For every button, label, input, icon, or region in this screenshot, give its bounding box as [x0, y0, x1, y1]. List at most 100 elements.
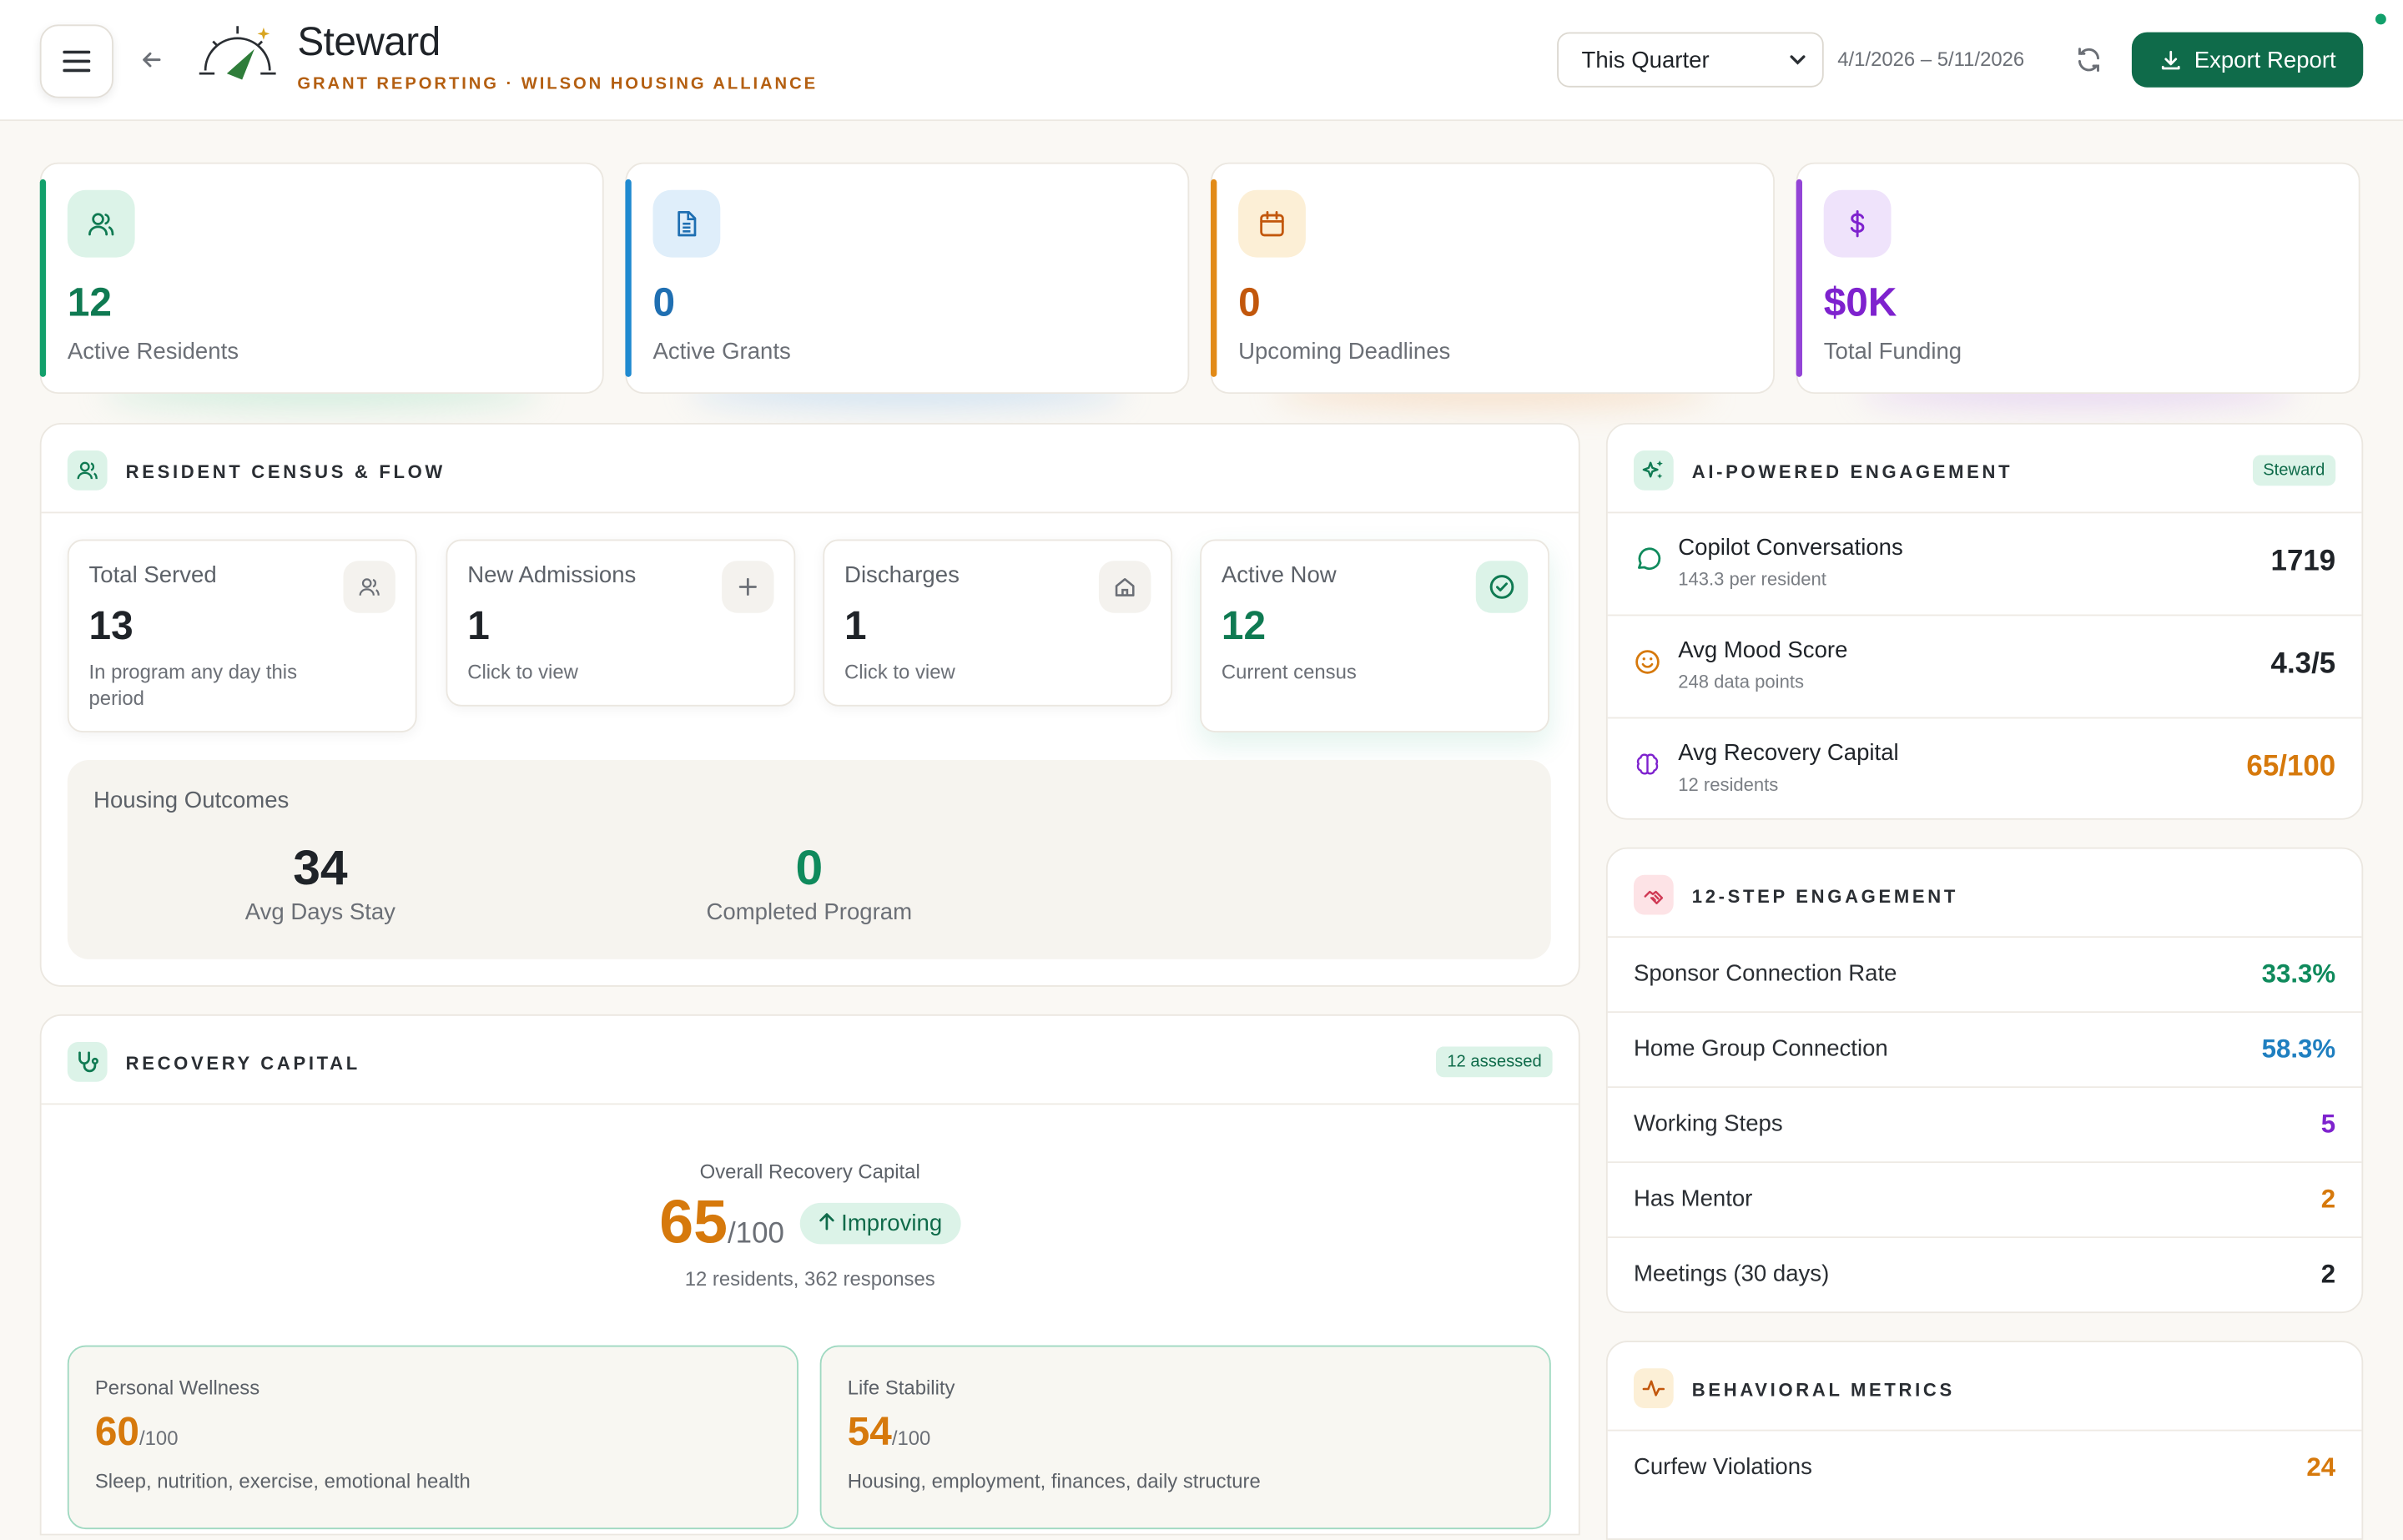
stat-card-active-residents[interactable]: 12 Active Residents [39, 162, 604, 408]
export-report-button[interactable]: Export Report [2131, 32, 2364, 88]
row-value: 65/100 [2246, 751, 2336, 783]
metric-label: Home Group Connection [1633, 1035, 1888, 1062]
census-card-new-admissions[interactable]: New Admissions 1 Click to view [446, 539, 796, 707]
stat-card-total-funding[interactable]: $0K Total Funding [1796, 162, 2360, 408]
menu-button[interactable] [39, 24, 113, 98]
census-card-active-now: Active Now 12 Current census [1200, 539, 1549, 732]
download-icon [2161, 49, 2180, 69]
stat-value: $0K [1823, 279, 1897, 325]
assessed-badge: 12 assessed [1436, 1046, 1553, 1078]
card-glow [1858, 376, 2298, 408]
row-subtitle: 248 data points [1678, 671, 1804, 693]
accent-bar [1796, 179, 1803, 377]
stat-label: Total Funding [1823, 338, 1962, 365]
overall-label: Overall Recovery Capital [699, 1160, 920, 1183]
panel-header: RESIDENT CENSUS & FLOW [41, 425, 1579, 514]
category-score: 54/100 [847, 1407, 931, 1455]
responses-summary: 12 residents, 362 responses [684, 1266, 935, 1291]
panel-header: BEHAVIORAL METRICS [1607, 1342, 2362, 1432]
category-score: 60/100 [94, 1407, 179, 1455]
chat-bubble-icon [1638, 547, 1661, 570]
metric-row: Sponsor Connection Rate 33.3% [1607, 936, 2362, 1014]
row-title: Avg Mood Score [1678, 637, 1848, 664]
period-select[interactable]: This Quarter [1557, 32, 1824, 88]
engagement-row-recovery: Avg Recovery Capital 12 residents 65/100 [1608, 717, 2362, 820]
card-glow [688, 376, 1127, 408]
stat-label: Active Residents [67, 338, 239, 365]
trend-label: Improving [841, 1210, 943, 1237]
card-label: New Admissions [467, 562, 637, 589]
census-card-total-served: Total Served 13 In program any day this … [67, 539, 417, 732]
stat-label: Upcoming Deadlines [1238, 338, 1451, 365]
metric-label: Working Steps [1633, 1110, 1783, 1137]
row-title: Avg Recovery Capital [1678, 740, 1899, 767]
brain-icon [1636, 753, 1659, 775]
users-icon [67, 450, 108, 491]
row-value: 1719 [2270, 545, 2336, 578]
card-label: Active Now [1221, 562, 1337, 589]
category-title: Life Stability [847, 1376, 955, 1399]
activity-icon [1633, 1368, 1674, 1408]
users-icon [343, 561, 395, 613]
completed-label: Completed Program [706, 899, 913, 926]
check-circle-icon [1475, 561, 1529, 613]
card-glow [1273, 376, 1712, 408]
card-description: In program any day this period [88, 660, 298, 710]
row-title: Copilot Conversations [1678, 535, 1903, 561]
hamburger-icon [63, 50, 91, 73]
completed-value: 0 [795, 839, 824, 895]
accent-bar [39, 179, 47, 377]
panel-title: RESIDENT CENSUS & FLOW [125, 460, 446, 483]
home-icon [1098, 561, 1151, 613]
category-description: Sleep, nutrition, exercise, emotional he… [94, 1469, 471, 1492]
category-title: Personal Wellness [94, 1376, 260, 1399]
refresh-icon[interactable] [2073, 44, 2104, 75]
card-label: Discharges [844, 562, 960, 589]
card-description: Current census [1221, 660, 1357, 684]
app-title: Steward [297, 18, 441, 65]
users-icon [67, 189, 135, 258]
metric-value: 2 [2320, 1259, 2336, 1289]
engagement-row-copilot: Copilot Conversations 143.3 per resident… [1607, 511, 2362, 617]
app-subtitle: GRANT REPORTING · WILSON HOUSING ALLIANC… [297, 75, 819, 94]
card-value: 1 [467, 601, 490, 648]
metric-label: Sponsor Connection Rate [1633, 960, 1897, 987]
overall-score-row: 65/100 Improving [42, 1189, 1579, 1258]
calendar-icon [1238, 189, 1306, 258]
avg-days-value: 34 [293, 839, 348, 895]
handshake-icon [1633, 874, 1674, 915]
stat-card-active-grants[interactable]: 0 Active Grants [625, 162, 1190, 408]
category-life-stability[interactable]: Life Stability 54/100 Housing, employmen… [819, 1345, 1551, 1530]
panel-title: RECOVERY CAPITAL [125, 1052, 360, 1074]
census-card-discharges[interactable]: Discharges 1 Click to view [823, 539, 1173, 707]
metric-row: Has Mentor 2 [1607, 1161, 2362, 1239]
accent-bar [1211, 179, 1217, 377]
category-personal-wellness[interactable]: Personal Wellness 60/100 Sleep, nutritio… [67, 1345, 798, 1530]
housing-outcomes: Housing Outcomes 34 Avg Days Stay 0 Comp… [67, 760, 1551, 959]
stat-card-upcoming-deadlines[interactable]: 0 Upcoming Deadlines [1211, 162, 1775, 408]
stat-label: Active Grants [652, 338, 791, 365]
behavioral-metrics-panel: BEHAVIORAL METRICS Curfew Violations 24 [1605, 1341, 2364, 1540]
card-value: 12 [1221, 601, 1267, 648]
app-header: Steward GRANT REPORTING · WILSON HOUSING… [0, 0, 2403, 122]
metric-value: 5 [2320, 1109, 2336, 1139]
avg-days-label: Avg Days Stay [244, 899, 395, 926]
twelve-step-panel: 12-STEP ENGAGEMENT Sponsor Connection Ra… [1605, 847, 2364, 1314]
housing-outcomes-title: Housing Outcomes [93, 788, 290, 814]
accent-bar [625, 179, 632, 377]
metric-value: 33.3% [2261, 959, 2336, 989]
back-button[interactable] [135, 43, 169, 76]
status-indicator [2375, 13, 2386, 25]
metric-row: Home Group Connection 58.3% [1607, 1011, 2362, 1089]
steward-badge: Steward [2252, 455, 2336, 486]
metric-value: 24 [2306, 1452, 2336, 1482]
dollar-icon [1823, 189, 1892, 258]
trend-badge: Improving [799, 1202, 961, 1245]
export-report-label: Export Report [2194, 47, 2336, 73]
completed-program: 0 Completed Program [668, 840, 950, 926]
metric-row: Meetings (30 days) 2 [1608, 1236, 2362, 1311]
stat-value: 0 [1238, 279, 1261, 325]
arrow-up-icon [819, 1213, 834, 1230]
metric-label: Meetings (30 days) [1633, 1261, 1830, 1287]
card-value: 1 [844, 601, 867, 648]
